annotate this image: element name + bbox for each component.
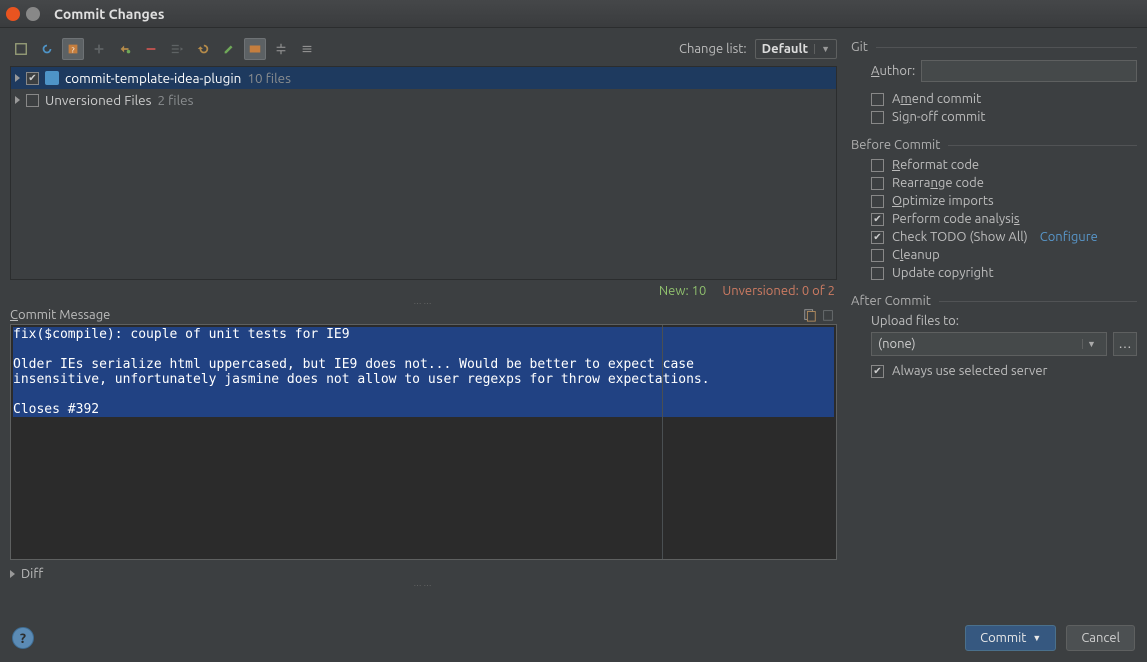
cancel-button-label: Cancel <box>1081 631 1120 645</box>
expand-arrow-icon[interactable] <box>15 96 20 104</box>
upload-server-value: (none) <box>878 337 1082 351</box>
option-label: Reformat code <box>892 158 979 172</box>
author-label: Author: <box>871 64 915 78</box>
add-icon[interactable] <box>88 38 110 60</box>
option-label: Rearrange code <box>892 176 984 190</box>
help-icon[interactable]: ? <box>12 627 34 649</box>
cancel-button[interactable]: Cancel <box>1066 625 1135 651</box>
clipboard-icon[interactable] <box>819 306 837 324</box>
show-diff-icon[interactable] <box>10 38 32 60</box>
change-list-dropdown[interactable]: Default ▼ <box>755 39 837 59</box>
titlebar: Commit Changes <box>0 0 1147 28</box>
commit-message-label: Commit Message <box>10 308 801 322</box>
before-commit-option: Update copyright <box>871 266 1137 280</box>
commit-message-line <box>13 342 834 357</box>
checkbox[interactable] <box>871 111 884 124</box>
before-commit-title: Before Commit <box>851 138 940 152</box>
checkbox[interactable] <box>871 267 884 280</box>
tree-item-label: Unversioned Files <box>45 92 151 108</box>
window-title: Commit Changes <box>54 6 164 22</box>
option-label: Check TODO (Show All) <box>892 230 1028 244</box>
changes-tree[interactable]: commit-template-idea-plugin 10 files Unv… <box>10 66 837 280</box>
ruler-line <box>662 325 663 559</box>
author-input[interactable] <box>921 60 1137 82</box>
tree-item-label: commit-template-idea-plugin <box>65 70 241 86</box>
before-commit-option: Check TODO (Show All) Configure <box>871 230 1137 244</box>
module-icon <box>45 71 59 85</box>
minimize-icon[interactable] <box>26 7 40 21</box>
checkbox[interactable] <box>871 195 884 208</box>
group-by-icon[interactable]: ? <box>62 38 84 60</box>
remove-icon[interactable] <box>140 38 162 60</box>
tree-item-count: 10 files <box>247 70 291 86</box>
configure-link[interactable]: Configure <box>1040 230 1098 244</box>
browse-button[interactable]: … <box>1113 332 1137 356</box>
chevron-down-icon: ▼ <box>1032 633 1041 643</box>
commit-message-line: insensitive, unfortunately jasmine does … <box>13 372 834 387</box>
checkbox[interactable] <box>26 94 39 107</box>
history-icon[interactable] <box>801 306 819 324</box>
expand-arrow-icon[interactable] <box>15 74 20 82</box>
checkbox[interactable] <box>871 231 884 244</box>
chevron-down-icon: ▼ <box>1082 339 1100 349</box>
rollback-icon[interactable] <box>192 38 214 60</box>
checkbox[interactable] <box>871 177 884 190</box>
option-label: Perform code analysis <box>892 212 1020 226</box>
tree-item-count: 2 files <box>157 92 193 108</box>
before-commit-option: Reformat code <box>871 158 1137 172</box>
after-commit-title: After Commit <box>851 294 931 308</box>
upload-label: Upload files to: <box>871 314 959 328</box>
details-icon[interactable] <box>244 38 266 60</box>
before-commit-option: Rearrange code <box>871 176 1137 190</box>
svg-text:?: ? <box>71 47 74 55</box>
commit-message-line: Closes #392 <box>13 402 834 417</box>
git-section-title: Git <box>851 40 868 54</box>
status-new-label: New: <box>659 284 689 298</box>
before-commit-option: Cleanup <box>871 248 1137 262</box>
checkbox[interactable] <box>871 249 884 262</box>
signoff-label: Sign-off commit <box>892 110 985 124</box>
checkbox[interactable] <box>871 365 884 378</box>
close-icon[interactable] <box>6 7 20 21</box>
checkbox[interactable] <box>871 159 884 172</box>
option-label: Optimize imports <box>892 194 994 208</box>
commit-message-line <box>13 387 834 402</box>
always-server-label: Always use selected server <box>892 364 1047 378</box>
commit-button-label: Commit <box>980 631 1026 645</box>
tree-item[interactable]: commit-template-idea-plugin 10 files <box>11 67 836 89</box>
splitter-handle[interactable]: ⋯⋯ <box>10 584 837 588</box>
edit-icon[interactable] <box>218 38 240 60</box>
checkbox[interactable] <box>26 72 39 85</box>
commit-message-line: fix($compile): couple of unit tests for … <box>13 327 834 342</box>
toolbar: ? Change list: Default ▼ <box>10 36 837 62</box>
amend-label: Amend commit <box>892 92 981 106</box>
before-commit-option: Perform code analysis <box>871 212 1137 226</box>
move-icon[interactable] <box>166 38 188 60</box>
commit-button[interactable]: Commit ▼ <box>965 625 1056 651</box>
option-label: Cleanup <box>892 248 940 262</box>
before-commit-option: Optimize imports <box>871 194 1137 208</box>
collapse-icon[interactable] <box>296 38 318 60</box>
commit-message-editor[interactable]: fix($compile): couple of unit tests for … <box>10 324 837 560</box>
option-label: Update copyright <box>892 266 994 280</box>
status-unversioned-count: 0 of 2 <box>802 284 835 298</box>
footer: ? Commit ▼ Cancel <box>0 614 1147 662</box>
change-list-value: Default <box>762 42 808 56</box>
change-list-label: Change list: <box>679 42 747 56</box>
tree-item[interactable]: Unversioned Files 2 files <box>11 89 836 111</box>
commit-message-line: Older IEs serialize html uppercased, but… <box>13 357 834 372</box>
expand-icon[interactable] <box>270 38 292 60</box>
expand-arrow-icon[interactable] <box>10 570 15 578</box>
status-unversioned-label: Unversioned: <box>722 284 799 298</box>
checkbox[interactable] <box>871 93 884 106</box>
refresh-icon[interactable] <box>36 38 58 60</box>
status-new-count: 10 <box>692 284 707 298</box>
checkbox[interactable] <box>871 213 884 226</box>
diff-label[interactable]: Diff <box>21 567 43 581</box>
revert-icon[interactable] <box>114 38 136 60</box>
upload-server-select[interactable]: (none) ▼ <box>871 332 1107 356</box>
chevron-down-icon: ▼ <box>814 44 830 54</box>
